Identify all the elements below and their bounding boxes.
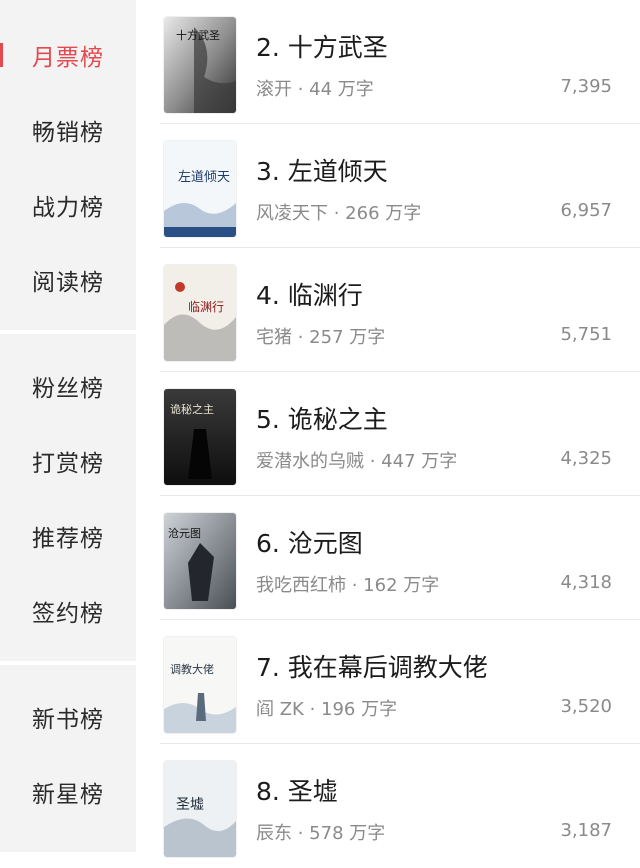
sidebar-item-signed[interactable]: 签约榜: [0, 581, 136, 641]
book-word-count: 266 万字: [345, 203, 422, 224]
sidebar-item-bestseller[interactable]: 畅销榜: [0, 100, 136, 160]
sidebar-item-reading[interactable]: 阅读榜: [0, 250, 136, 310]
ticket-count: 3,520: [560, 696, 612, 717]
meta-separator: ·: [292, 823, 310, 844]
book-author: 辰东: [256, 823, 292, 844]
book-cover: 临渊行: [164, 265, 236, 361]
book-word-count: 257 万字: [309, 327, 386, 348]
book-title: 5. 诡秘之主: [256, 405, 388, 434]
book-cover: 诡秘之主: [164, 389, 236, 485]
list-item[interactable]: 调教大佬 7. 我在幕后调教大佬 阎 ZK · 196 万字 3,520: [136, 620, 640, 744]
book-meta: 阎 ZK · 196 万字: [256, 695, 397, 721]
meta-separator: ·: [346, 575, 364, 596]
book-cover: 十方武圣: [164, 17, 236, 113]
book-word-count: 196 万字: [321, 699, 398, 720]
meta-separator: ·: [292, 79, 310, 100]
svg-text:调教大佬: 调教大佬: [170, 662, 214, 676]
book-meta: 滚开 · 44 万字: [256, 75, 374, 101]
list-item[interactable]: 临渊行 4. 临渊行 宅猪 · 257 万字 5,751: [136, 248, 640, 372]
book-cover-image: 圣墟: [164, 761, 236, 857]
ticket-count: 7,395: [560, 76, 612, 97]
sidebar-item-new-book[interactable]: 新书榜: [0, 687, 136, 747]
list-item[interactable]: 圣墟 8. 圣墟 辰东 · 578 万字 3,187: [136, 744, 640, 868]
book-cover-image: 调教大佬: [164, 637, 236, 733]
book-author: 我吃西红柿: [256, 575, 346, 596]
book-meta: 爱潜水的乌贼 · 447 万字: [256, 447, 457, 473]
svg-text:圣墟: 圣墟: [176, 797, 204, 813]
book-title: 3. 左道倾天: [256, 157, 388, 186]
list-item[interactable]: 左道倾天 3. 左道倾天 风凌天下 · 266 万字 6,957: [136, 124, 640, 248]
book-author: 爱潜水的乌贼: [256, 451, 364, 472]
sidebar-divider: [0, 330, 136, 334]
svg-text:沧元图: 沧元图: [168, 526, 201, 540]
meta-separator: ·: [292, 327, 310, 348]
book-meta: 我吃西红柿 · 162 万字: [256, 571, 439, 597]
book-cover: 左道倾天: [164, 141, 236, 237]
book-title: 4. 临渊行: [256, 281, 363, 310]
book-cover-image: 沧元图: [164, 513, 236, 609]
book-list: 十方武圣 2. 十方武圣 滚开 · 44 万字 7,395 左道倾天 3. 左道…: [136, 0, 640, 857]
book-cover: 沧元图: [164, 513, 236, 609]
sidebar-item-new-star[interactable]: 新星榜: [0, 762, 136, 822]
book-title: 6. 沧元图: [256, 529, 363, 558]
book-meta: 风凌天下 · 266 万字: [256, 199, 421, 225]
book-author: 宅猪: [256, 327, 292, 348]
rank-sidebar: 月票榜 畅销榜 战力榜 阅读榜 粉丝榜 打赏榜 推荐榜 签约榜 新书榜 新星榜: [0, 0, 136, 852]
list-item[interactable]: 诡秘之主 5. 诡秘之主 爱潜水的乌贼 · 447 万字 4,325: [136, 372, 640, 496]
svg-text:临渊行: 临渊行: [188, 300, 224, 314]
meta-separator: ·: [328, 203, 346, 224]
book-word-count: 578 万字: [309, 823, 386, 844]
sidebar-divider: [0, 661, 136, 665]
meta-separator: ·: [364, 451, 382, 472]
book-cover-image: 左道倾天: [164, 141, 236, 237]
book-cover: 圣墟: [164, 761, 236, 857]
book-meta: 辰东 · 578 万字: [256, 819, 385, 845]
sidebar-item-power[interactable]: 战力榜: [0, 175, 136, 235]
book-word-count: 447 万字: [381, 451, 458, 472]
ticket-count: 5,751: [560, 324, 612, 345]
list-item[interactable]: 沧元图 6. 沧元图 我吃西红柿 · 162 万字 4,318: [136, 496, 640, 620]
book-cover-image: 诡秘之主: [164, 389, 236, 485]
book-meta: 宅猪 · 257 万字: [256, 323, 385, 349]
book-cover-image: 临渊行: [164, 265, 236, 361]
book-author: 风凌天下: [256, 203, 328, 224]
meta-separator: ·: [303, 699, 322, 720]
sidebar-item-reward[interactable]: 打赏榜: [0, 431, 136, 491]
book-title: 2. 十方武圣: [256, 33, 388, 62]
ticket-count: 4,325: [560, 448, 612, 469]
book-cover: 调教大佬: [164, 637, 236, 733]
svg-text:十方武圣: 十方武圣: [176, 28, 220, 42]
ticket-count: 6,957: [560, 200, 612, 221]
ticket-count: 4,318: [560, 572, 612, 593]
sidebar-item-monthly-ticket[interactable]: 月票榜: [0, 25, 136, 85]
sidebar-item-recommend[interactable]: 推荐榜: [0, 506, 136, 566]
book-title: 7. 我在幕后调教大佬: [256, 653, 488, 682]
svg-text:诡秘之主: 诡秘之主: [170, 402, 214, 416]
book-author: 阎 ZK: [256, 699, 304, 720]
book-title: 8. 圣墟: [256, 777, 338, 806]
svg-text:左道倾天: 左道倾天: [178, 170, 230, 185]
list-item[interactable]: 十方武圣 2. 十方武圣 滚开 · 44 万字 7,395: [136, 0, 640, 124]
book-author: 滚开: [256, 79, 292, 100]
ticket-count: 3,187: [560, 820, 612, 841]
sidebar-item-fans[interactable]: 粉丝榜: [0, 356, 136, 416]
book-word-count: 162 万字: [363, 575, 440, 596]
book-word-count: 44 万字: [309, 79, 374, 100]
book-cover-image: 十方武圣: [164, 17, 236, 113]
